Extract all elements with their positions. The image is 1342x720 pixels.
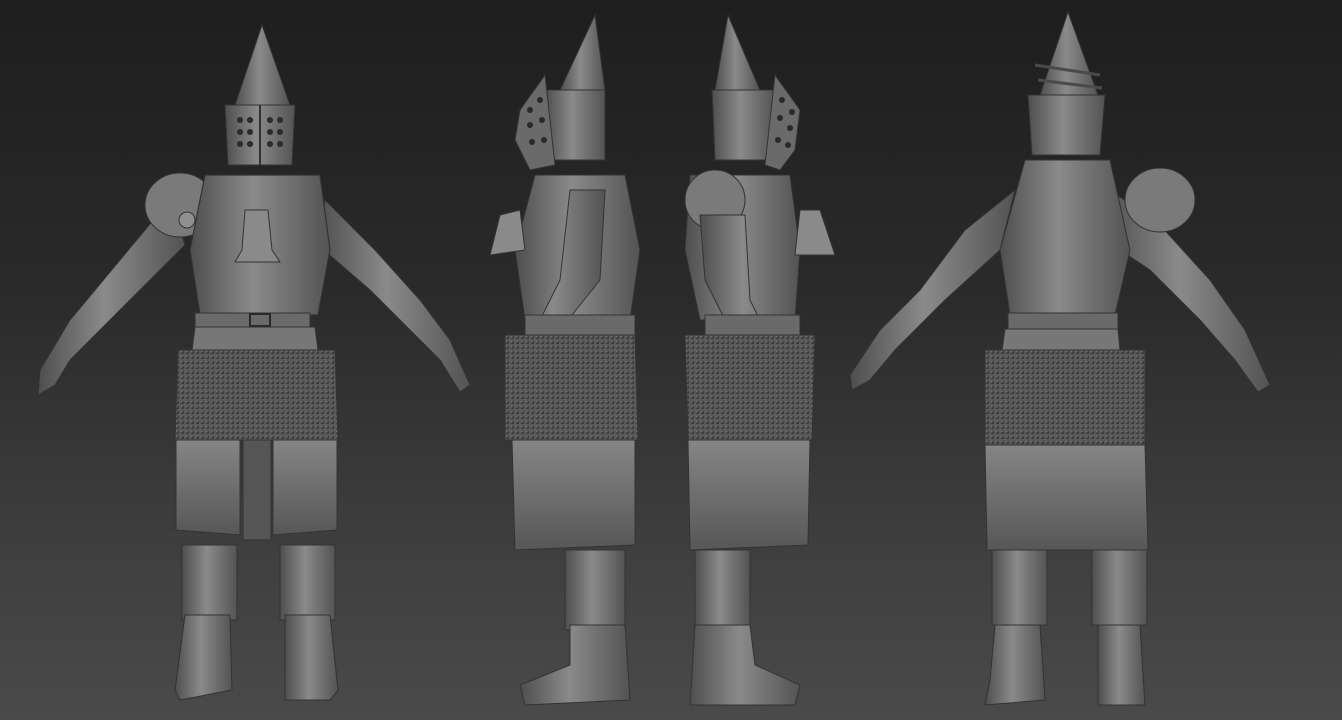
figure-front-view: [37, 23, 471, 701]
figure-right-side-view: [684, 13, 836, 706]
figure-back-view: [849, 10, 1271, 706]
sculpt-viewport[interactable]: [0, 0, 1342, 720]
figure-left-side-view: [489, 13, 641, 706]
turnaround-render: [37, 10, 1271, 706]
